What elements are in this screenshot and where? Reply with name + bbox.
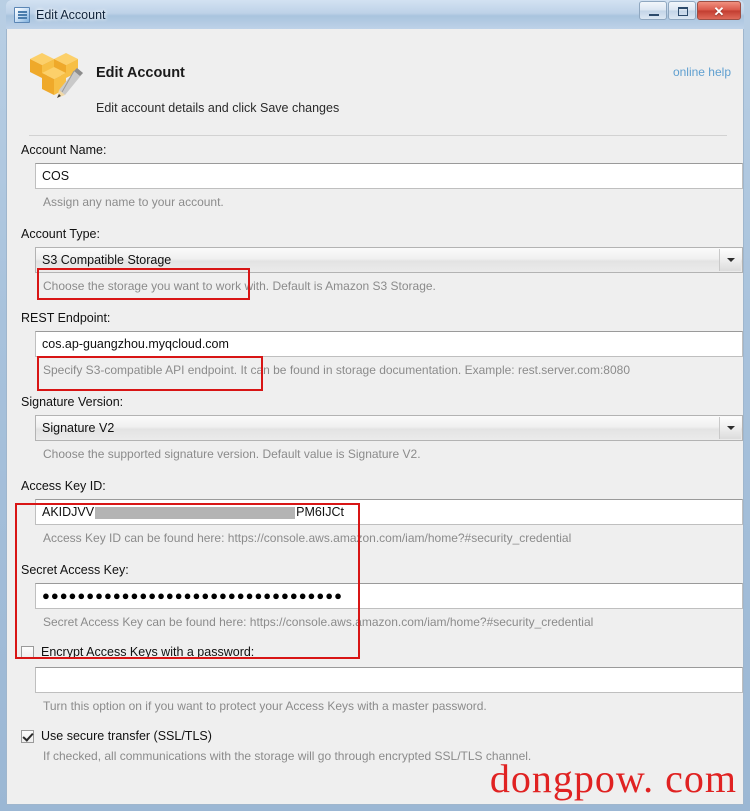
title-bar[interactable]: Edit Account ✕: [6, 0, 744, 29]
signature-version-value: Signature V2: [42, 421, 115, 435]
maximize-icon: [678, 7, 688, 16]
edit-account-form: Account Name: Assign any name to your ac…: [21, 121, 743, 763]
rest-endpoint-hint: Specify S3-compatible API endpoint. It c…: [43, 363, 631, 377]
access-key-id-hint: Access Key ID can be found here: https:/…: [43, 531, 572, 545]
app-window-icon: [14, 6, 30, 23]
chevron-down-icon[interactable]: [719, 417, 741, 439]
access-key-id-label: Access Key ID:: [21, 479, 106, 493]
dialog-client-area: Edit Account Edit account details and cl…: [6, 29, 744, 805]
redaction-bar: [95, 506, 296, 519]
account-name-field: Account Name: Assign any name to your ac…: [21, 143, 743, 209]
account-type-field: Account Type: S3 Compatible Storage Choo…: [21, 227, 743, 293]
signature-version-field: Signature Version: Signature V2 Choose t…: [21, 395, 743, 461]
rest-endpoint-field: REST Endpoint: Specify S3-compatible API…: [21, 311, 743, 377]
account-name-input[interactable]: [35, 163, 743, 189]
use-secure-transfer-checkbox-row[interactable]: Use secure transfer (SSL/TLS): [21, 729, 735, 743]
close-button[interactable]: ✕: [697, 1, 741, 20]
checkbox-icon[interactable]: [21, 645, 34, 659]
account-type-select[interactable]: S3 Compatible Storage: [35, 247, 743, 273]
rest-endpoint-label: REST Endpoint:: [21, 311, 111, 325]
page-subtitle: Edit account details and click Save chan…: [96, 101, 340, 115]
access-key-id-field: Access Key ID: AKIDJVV PM6IJCt Access Key…: [21, 479, 743, 545]
master-password-input[interactable]: [35, 667, 743, 693]
encrypt-access-keys-field: Encrypt Access Keys with a password: Tur…: [21, 645, 743, 713]
rest-endpoint-input[interactable]: [35, 331, 743, 357]
secret-access-key-input[interactable]: ●●●●●●●●●●●●●●●●●●●●●●●●●●●●●●●●●●: [35, 583, 743, 609]
use-secure-transfer-label: Use secure transfer (SSL/TLS): [41, 729, 212, 743]
account-type-value: S3 Compatible Storage: [42, 253, 172, 267]
secret-access-key-field: Secret Access Key: ●●●●●●●●●●●●●●●●●●●●●…: [21, 563, 743, 629]
access-key-id-input[interactable]: AKIDJVV PM6IJCt: [35, 499, 743, 525]
access-key-id-suffix: PM6IJCt: [296, 505, 345, 519]
account-type-label: Account Type:: [21, 227, 100, 241]
account-name-label: Account Name:: [21, 143, 107, 157]
s3-buckets-edit-icon: [25, 43, 87, 105]
encrypt-access-keys-label: Encrypt Access Keys with a password:: [41, 645, 255, 659]
account-type-hint: Choose the storage you want to work with…: [43, 279, 436, 293]
minimize-icon: [649, 14, 659, 16]
signature-version-select[interactable]: Signature V2: [35, 415, 743, 441]
chevron-down-icon[interactable]: [719, 249, 741, 271]
use-secure-transfer-field: Use secure transfer (SSL/TLS) If checked…: [21, 729, 735, 763]
use-secure-transfer-hint: If checked, all communications with the …: [43, 749, 532, 763]
dialog-pane: Edit Account Edit account details and cl…: [7, 29, 743, 804]
window-title: Edit Account: [36, 7, 106, 22]
dialog-header: Edit Account Edit account details and cl…: [21, 29, 735, 136]
minimize-button[interactable]: [639, 1, 667, 20]
secret-access-key-label: Secret Access Key:: [21, 563, 129, 577]
signature-version-label: Signature Version:: [21, 395, 124, 409]
secret-access-key-hint: Secret Access Key can be found here: htt…: [43, 615, 594, 629]
signature-version-hint: Choose the supported signature version. …: [43, 447, 421, 461]
close-icon: ✕: [713, 4, 725, 19]
online-help-link[interactable]: online help: [673, 65, 731, 79]
checkbox-checked-icon[interactable]: [21, 729, 34, 743]
maximize-button[interactable]: [668, 1, 696, 20]
encrypt-access-keys-hint: Turn this option on if you want to prote…: [43, 699, 487, 713]
account-name-hint: Assign any name to your account.: [43, 195, 224, 209]
window-controls: ✕: [639, 1, 742, 20]
page-title: Edit Account: [96, 65, 185, 81]
access-key-id-prefix: AKIDJVV: [42, 505, 95, 519]
window-frame: Edit Account ✕ Edit Account Edit account…: [0, 0, 750, 811]
encrypt-access-keys-checkbox-row[interactable]: Encrypt Access Keys with a password:: [21, 645, 735, 659]
